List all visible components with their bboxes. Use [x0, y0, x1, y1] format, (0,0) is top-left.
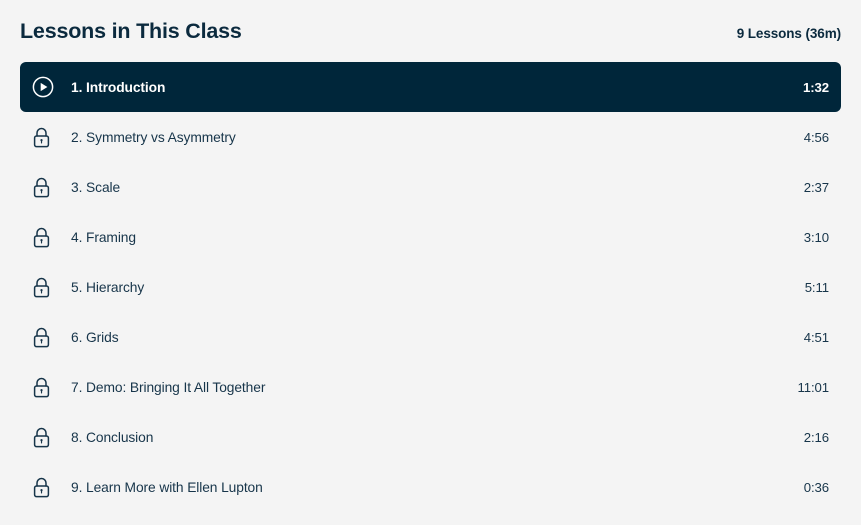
lock-icon	[32, 127, 62, 148]
lessons-panel: Lessons in This Class 9 Lessons (36m) 1.…	[0, 0, 861, 525]
lesson-title: 5. Hierarchy	[71, 279, 145, 295]
lesson-title: 6. Grids	[71, 329, 119, 345]
lesson-row[interactable]: 8. Conclusion 2:16	[20, 412, 841, 462]
lock-icon	[32, 377, 62, 398]
lesson-row[interactable]: 2. Symmetry vs Asymmetry 4:56	[20, 112, 841, 162]
lesson-row[interactable]: 5. Hierarchy 5:11	[20, 262, 841, 312]
lesson-duration: 2:37	[803, 179, 829, 195]
lesson-row[interactable]: 1. Introduction 1:32	[20, 62, 841, 112]
lesson-title: 4. Framing	[71, 229, 136, 245]
lock-icon	[32, 477, 62, 498]
play-circle-icon[interactable]	[32, 76, 62, 98]
lock-icon	[32, 227, 62, 248]
lock-icon	[32, 327, 62, 348]
lesson-row[interactable]: 6. Grids 4:51	[20, 312, 841, 362]
lesson-title: 8. Conclusion	[71, 429, 154, 445]
page-title: Lessons in This Class	[20, 19, 242, 44]
lock-icon	[32, 427, 62, 448]
lesson-duration: 2:16	[803, 429, 829, 445]
lock-icon	[32, 177, 62, 198]
lesson-duration: 3:10	[803, 229, 829, 245]
lesson-title: 7. Demo: Bringing It All Together	[71, 379, 266, 395]
lesson-row[interactable]: 3. Scale 2:37	[20, 162, 841, 212]
lesson-row[interactable]: 9. Learn More with Ellen Lupton 0:36	[20, 462, 841, 512]
lesson-title: 3. Scale	[71, 179, 121, 195]
panel-header: Lessons in This Class 9 Lessons (36m)	[0, 0, 861, 62]
lesson-title: 1. Introduction	[71, 79, 166, 95]
lesson-duration: 1:32	[803, 79, 829, 95]
lesson-row[interactable]: 4. Framing 3:10	[20, 212, 841, 262]
lesson-duration: 4:56	[803, 129, 829, 145]
lesson-list: 1. Introduction 1:32 2. Symmetry vs Asymme…	[0, 62, 861, 512]
lesson-duration: 4:51	[803, 329, 829, 345]
lesson-row[interactable]: 7. Demo: Bringing It All Together 11:01	[20, 362, 841, 412]
lesson-title: 9. Learn More with Ellen Lupton	[71, 479, 263, 495]
lesson-count-label: 9 Lessons (36m)	[736, 25, 841, 41]
lesson-duration: 0:36	[803, 479, 829, 495]
lesson-duration: 11:01	[797, 379, 829, 395]
lesson-title: 2. Symmetry vs Asymmetry	[71, 129, 236, 145]
lock-icon	[32, 277, 62, 298]
lesson-duration: 5:11	[804, 279, 829, 295]
